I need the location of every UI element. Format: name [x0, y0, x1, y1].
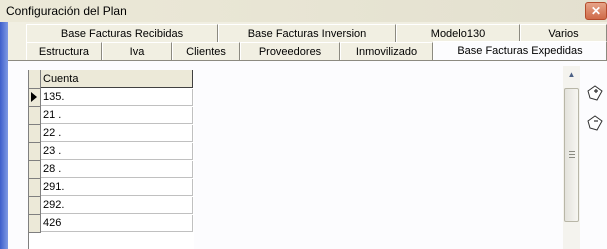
table-row[interactable]: 426	[29, 215, 194, 233]
tab-modelo130[interactable]: Modelo130	[396, 24, 520, 42]
tab-estructura[interactable]: Estructura	[26, 42, 102, 60]
cell-cuenta[interactable]: 23 .	[41, 143, 193, 160]
column-header-cuenta[interactable]: Cuenta	[41, 70, 193, 88]
cell-cuenta[interactable]: 22 .	[41, 125, 193, 142]
scroll-grip-icon	[569, 151, 575, 159]
cell-cuenta[interactable]: 426	[41, 215, 193, 232]
tab-base-facturas-inversion[interactable]: Base Facturas Inversion	[218, 24, 396, 42]
row-indicator[interactable]	[29, 125, 41, 143]
cell-cuenta[interactable]: 292.	[41, 197, 193, 214]
row-indicator[interactable]	[29, 161, 41, 179]
scroll-thumb[interactable]	[564, 88, 579, 222]
table-row[interactable]: 21 .	[29, 107, 194, 125]
table-row[interactable]: 28 .	[29, 161, 194, 179]
row-indicator[interactable]	[29, 89, 41, 107]
row-indicator[interactable]	[29, 197, 41, 215]
delete-record-icon[interactable]	[586, 114, 604, 132]
add-record-icon[interactable]	[586, 84, 604, 102]
table-row[interactable]: 291.	[29, 179, 194, 197]
cell-cuenta[interactable]: 28 .	[41, 161, 193, 178]
scroll-up-arrow-icon[interactable]: ▲	[563, 66, 580, 83]
configuracion-plan-window: Configuración del Plan ✕ Base Facturas R…	[0, 0, 607, 249]
table-row[interactable]: 292.	[29, 197, 194, 215]
grid-header: Cuenta	[29, 70, 194, 89]
tab-row-2: Estructura Iva Clientes Proveedores Inmo…	[8, 41, 607, 61]
table-row[interactable]: 22 .	[29, 125, 194, 143]
tab-iva[interactable]: Iva	[102, 42, 172, 60]
tab-clientes[interactable]: Clientes	[172, 42, 240, 60]
tab-varios[interactable]: Varios	[520, 24, 607, 42]
table-row[interactable]: 23 .	[29, 143, 194, 161]
window-frame-left	[0, 22, 8, 249]
tab-panel: Cuenta 135. 21 . 22 . 23 . 28 . 291. 292…	[8, 60, 607, 249]
cell-cuenta[interactable]: 291.	[41, 179, 193, 196]
table-row[interactable]: 135.	[29, 89, 194, 107]
tabs-area: Base Facturas Recibidas Base Facturas In…	[8, 22, 607, 249]
tab-base-facturas-expedidas[interactable]: Base Facturas Expedidas	[433, 41, 607, 61]
tab-proveedores[interactable]: Proveedores	[240, 42, 340, 60]
grid-corner	[29, 70, 41, 89]
tab-base-facturas-recibidas[interactable]: Base Facturas Recibidas	[26, 24, 218, 42]
close-button[interactable]: ✕	[585, 2, 607, 20]
cell-cuenta[interactable]: 135.	[41, 89, 193, 106]
cuentas-grid: Cuenta 135. 21 . 22 . 23 . 28 . 291. 292…	[28, 70, 194, 249]
row-indicator[interactable]	[29, 107, 41, 125]
row-indicator[interactable]	[29, 179, 41, 197]
tab-row-1: Base Facturas Recibidas Base Facturas In…	[8, 24, 607, 42]
row-indicator[interactable]	[29, 143, 41, 161]
title-bar: Configuración del Plan ✕	[0, 0, 607, 23]
row-indicator[interactable]	[29, 215, 41, 233]
current-row-arrow-icon	[31, 92, 37, 102]
cell-cuenta[interactable]: 21 .	[41, 107, 193, 124]
vertical-scrollbar[interactable]: ▲	[563, 66, 580, 249]
tab-inmovilizado[interactable]: Inmovilizado	[340, 42, 433, 60]
window-title: Configuración del Plan	[6, 4, 127, 18]
